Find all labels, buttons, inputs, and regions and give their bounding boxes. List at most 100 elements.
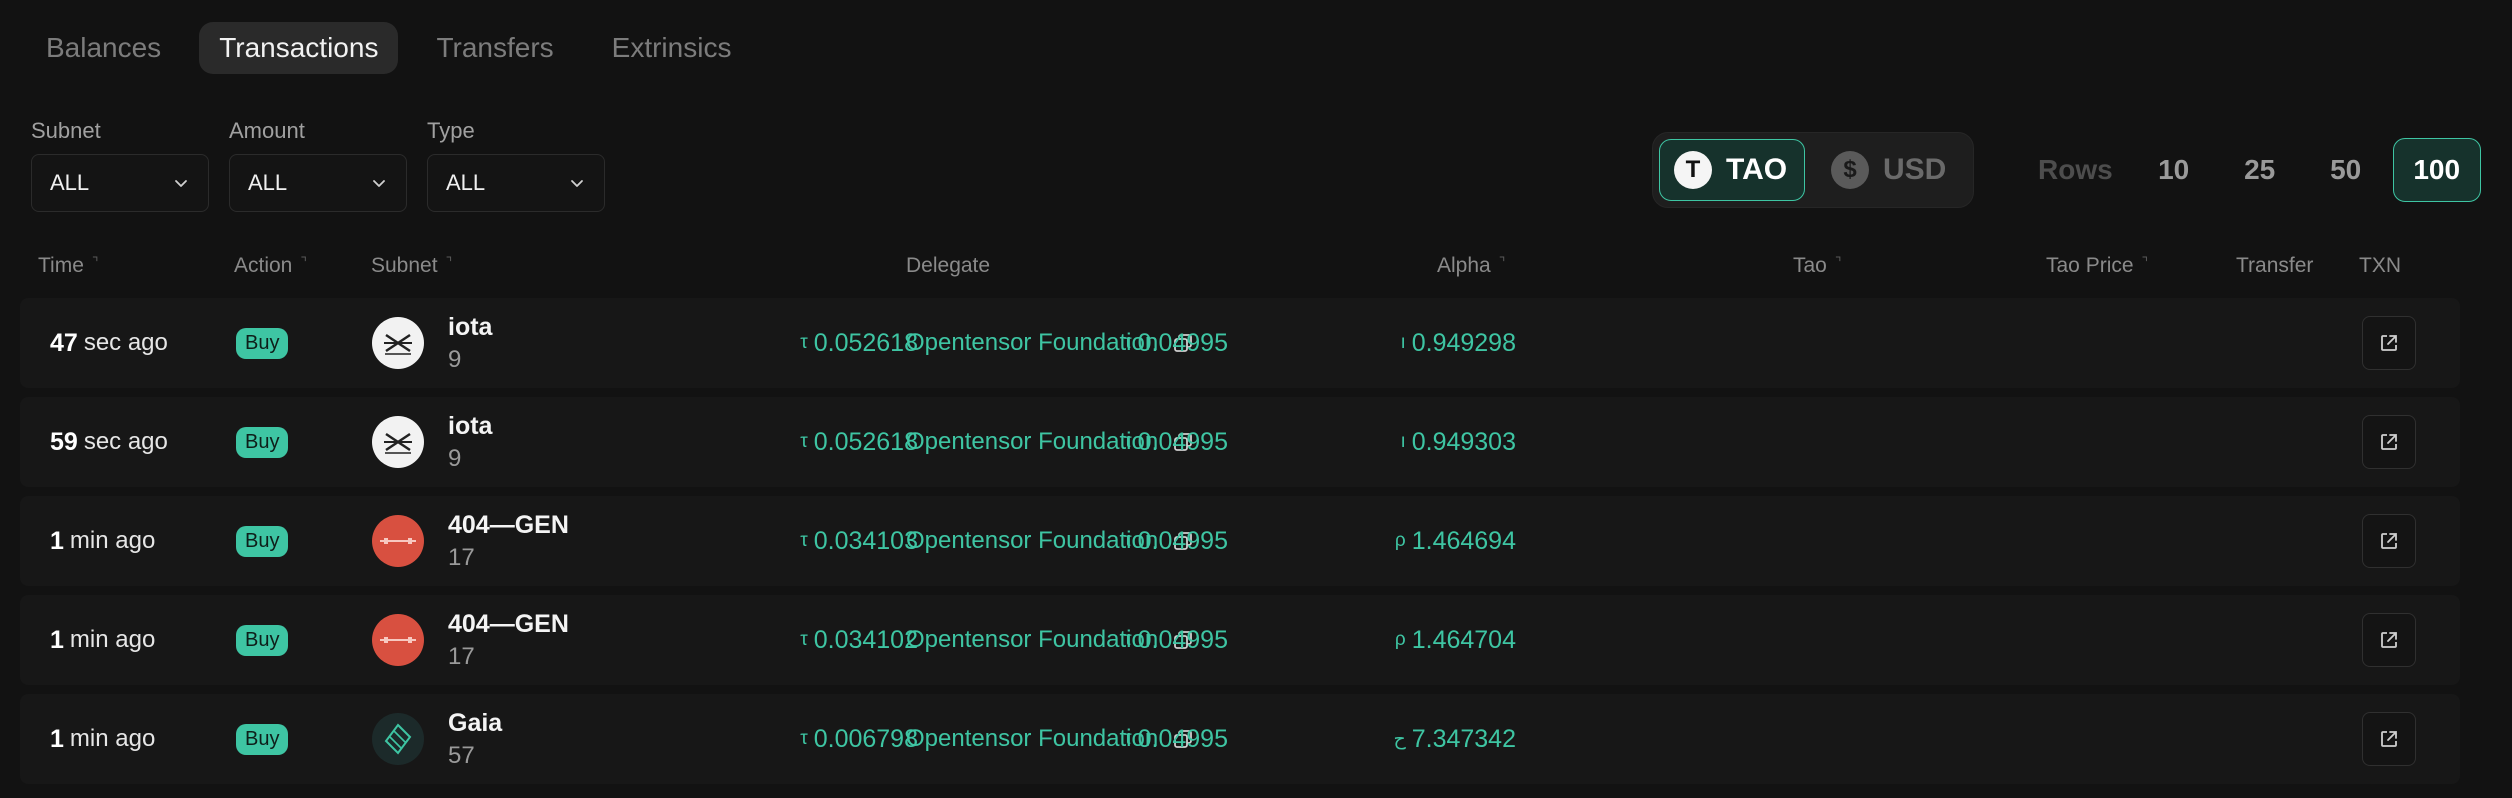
external-link-icon [2381,632,2397,648]
alpha-amount: ı 0.949298 [1400,328,1516,357]
tao-currency-button[interactable]: T TAO [1659,139,1805,201]
rows-option-10[interactable]: 10 [2131,154,2217,186]
time-cell: 1 min ago [50,724,156,753]
subnet-cell[interactable]: iota 9 [372,397,492,487]
subnet-cell[interactable]: Gaia 57 [372,694,502,784]
subnet-number: 57 [448,741,475,769]
tao-price: τ 0.052618 [800,427,918,456]
external-link-icon [2381,335,2397,351]
type-filter: Type ALL [427,118,605,212]
alpha-amount: ı 0.949303 [1400,427,1516,456]
tao-currency-label: TAO [1726,153,1788,186]
tao-price: τ 0.034102 [800,625,918,654]
rows-option-100[interactable]: 100 [2392,138,2481,202]
iota-subnet-avatar [372,317,424,369]
external-link-button[interactable] [2362,712,2416,766]
tab-transfers[interactable]: Transfers [416,22,573,74]
action-badge: Buy [236,595,289,685]
chevron-down-icon [175,180,187,187]
subnet-name: iota [448,313,493,342]
subnet-filter: Subnet ALL [31,118,209,212]
usd-currency-button[interactable]: $ USD [1817,139,1960,201]
transactions-page: Balances Transactions Transfers Extrinsi… [0,0,2512,798]
tao-price: τ 0.034103 [800,526,918,555]
tao-price: τ 0.052618 [800,328,918,357]
subnet-number: 17 [448,642,475,670]
txn-cell [2362,595,2416,685]
subnet-number: 17 [448,543,475,571]
subnet-name: Gaia [448,709,503,738]
dollar-icon: $ [1831,151,1869,189]
tao-icon: T [1674,151,1712,189]
subnet-filter-label: Subnet [31,118,101,143]
tao-amount: τ 0.04995 [1124,526,1228,555]
external-link-button[interactable] [2362,415,2416,469]
type-filter-label: Type [427,118,475,143]
col-txn: TXN [2359,254,2401,277]
tab-bar: Balances Transactions Transfers Extrinsi… [26,22,751,74]
txn-cell [2362,496,2416,586]
sort-icon: ⌝ [1498,254,1506,270]
action-badge: Buy [236,397,289,487]
gaia-subnet-avatar [372,713,424,765]
col-subnet[interactable]: Subnet ⌝ [371,254,452,278]
table-row: 47 sec ago Buy iota 9 Opentensor Foundatio… [20,298,2460,388]
sort-icon: ⌝ [445,254,453,270]
chevron-down-icon [373,180,385,187]
sort-icon: ⌝ [300,254,307,270]
time-cell: 59 sec ago [50,427,168,456]
external-link-icon [2381,533,2397,549]
amount-select-value: ALL [248,170,288,195]
subnet-name: 404—GEN [448,511,569,540]
subnet-cell[interactable]: iota 9 [372,298,492,388]
currency-toggle: T TAO $ USD [1652,132,1974,208]
table-row: 1 min ago Buy 404—GEN 17 Opentensor Founda… [20,595,2460,685]
chevron-down-icon [571,180,583,187]
external-link-button[interactable] [2362,316,2416,370]
subnet-cell[interactable]: 404—GEN 17 [372,496,569,586]
col-tao-price[interactable]: Tao Price ⌝ [2046,254,2148,278]
external-link-icon [2381,434,2397,450]
alpha-amount: ح 7.347342 [1393,724,1516,753]
action-badge: Buy [236,298,289,388]
alpha-amount: ρ 1.464694 [1394,526,1516,555]
txn-cell [2362,694,2416,784]
tab-balances[interactable]: Balances [26,22,181,74]
usd-currency-label: USD [1883,153,1947,186]
404-gen-subnet-avatar [372,614,424,666]
col-tao[interactable]: Tao ⌝ [1793,254,1841,278]
sort-icon: ⌝ [1834,254,1842,270]
action-badge: Buy [236,496,289,586]
subnet-cell[interactable]: 404—GEN 17 [372,595,569,685]
subnet-select[interactable]: ALL [31,154,209,212]
external-link-icon [2381,731,2397,747]
tao-amount: τ 0.04995 [1124,427,1228,456]
tab-transactions[interactable]: Transactions [199,22,399,74]
amount-filter: Amount ALL [229,118,407,212]
tao-amount: τ 0.04995 [1124,625,1228,654]
rows-option-50[interactable]: 50 [2303,154,2389,186]
table-row: 59 sec ago Buy iota 9 Opentensor Foundatio… [20,397,2460,487]
col-alpha[interactable]: Alpha ⌝ [1437,254,1505,278]
subnet-select-value: ALL [50,170,90,195]
table-header: Time ⌝ Action ⌝ Subnet ⌝ Delegate Alpha ⌝ Ta… [0,250,2512,282]
type-select[interactable]: ALL [427,154,605,212]
subnet-number: 9 [448,345,462,373]
time-cell: 1 min ago [50,526,156,555]
404-gen-subnet-avatar [372,515,424,567]
rows-label: Rows [2038,154,2113,185]
txn-cell [2362,397,2416,487]
rows-option-25[interactable]: 25 [2217,154,2303,186]
col-action[interactable]: Action ⌝ [234,254,307,278]
sort-icon: ⌝ [91,254,99,270]
col-time[interactable]: Time ⌝ [38,254,98,278]
sort-icon: ⌝ [2141,254,2149,270]
external-link-button[interactable] [2362,613,2416,667]
tab-extrinsics[interactable]: Extrinsics [592,22,752,74]
time-cell: 1 min ago [50,625,156,654]
col-transfer: Transfer [2236,254,2314,277]
external-link-button[interactable] [2362,514,2416,568]
subnet-name: iota [448,412,493,441]
tao-price: τ 0.006798 [800,724,918,753]
amount-select[interactable]: ALL [229,154,407,212]
